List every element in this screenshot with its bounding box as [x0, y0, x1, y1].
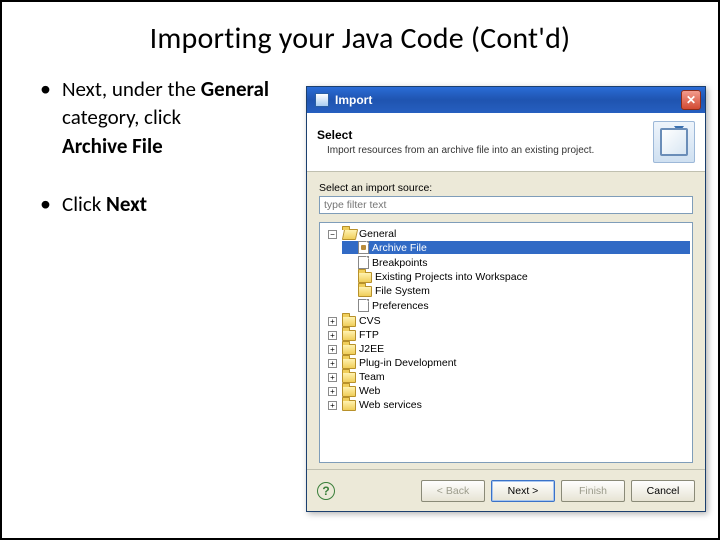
tree-item[interactable]: File System: [340, 284, 690, 298]
tree-label: File System: [375, 285, 430, 297]
tree-item[interactable]: Archive File: [340, 240, 690, 255]
titlebar[interactable]: Import ✕: [307, 87, 705, 113]
banner-description: Import resources from an archive file in…: [317, 145, 594, 156]
tree-label: Preferences: [372, 300, 429, 312]
file-icon: [358, 256, 369, 269]
dialog-content: Select an import source: − General Archive…: [307, 172, 705, 469]
expand-icon[interactable]: +: [328, 373, 337, 382]
bullet-general: Next, under the General category, click …: [40, 75, 300, 160]
tree-label: Plug-in Development: [359, 357, 456, 369]
filter-input[interactable]: [319, 196, 693, 214]
cancel-button[interactable]: Cancel: [631, 480, 695, 502]
folder-icon: [342, 344, 356, 355]
expand-icon[interactable]: +: [328, 387, 337, 396]
expand-icon[interactable]: +: [328, 317, 337, 326]
filter-label: Select an import source:: [319, 182, 693, 194]
folder-open-icon: [342, 229, 356, 240]
tree-label: Team: [359, 371, 385, 383]
tree-item[interactable]: + Team: [324, 370, 690, 384]
tree-item[interactable]: Breakpoints: [340, 255, 690, 270]
tree-item[interactable]: + J2EE: [324, 342, 690, 356]
tree-view[interactable]: − General Archive File Breakpoints Existing …: [319, 222, 693, 463]
bullet-next: Click Next: [40, 190, 300, 218]
folder-icon: [342, 372, 356, 383]
folder-icon: [342, 330, 356, 341]
tree-label: FTP: [359, 329, 379, 341]
tree-label: Web services: [359, 399, 422, 411]
window-icon: [315, 93, 329, 107]
tree-label: Web: [359, 385, 380, 397]
next-button[interactable]: Next >: [491, 480, 555, 502]
dialog-footer: ? < Back Next > Finish Cancel: [307, 469, 705, 511]
expand-icon[interactable]: +: [328, 359, 337, 368]
tree-label: Breakpoints: [372, 257, 427, 269]
folder-icon: [358, 286, 372, 297]
tree-label: General: [359, 228, 396, 240]
tree-item[interactable]: + Plug-in Development: [324, 356, 690, 370]
bold-next: Next: [106, 191, 147, 217]
folder-icon: [342, 358, 356, 369]
back-button: < Back: [421, 480, 485, 502]
tree-label: Existing Projects into Workspace: [375, 271, 528, 283]
import-dialog: Import ✕ Select Import resources from an…: [306, 86, 706, 512]
tree-label: CVS: [359, 315, 381, 327]
tree-item[interactable]: + FTP: [324, 328, 690, 342]
bullet-text: Next, under the: [62, 76, 201, 102]
folder-icon: [342, 400, 356, 411]
folder-icon: [342, 386, 356, 397]
bold-archive: Archive File: [62, 133, 163, 159]
collapse-icon[interactable]: −: [328, 230, 337, 239]
tree-item-general[interactable]: − General Archive File Breakpoints Existing …: [324, 227, 690, 314]
archive-icon: [358, 241, 369, 254]
tree-item[interactable]: Existing Projects into Workspace: [340, 270, 690, 284]
banner: Select Import resources from an archive …: [307, 113, 705, 172]
finish-button: Finish: [561, 480, 625, 502]
tree-item[interactable]: + Web services: [324, 398, 690, 412]
tree-label: Archive File: [372, 242, 427, 254]
import-icon: [653, 121, 695, 163]
close-button[interactable]: ✕: [681, 90, 701, 110]
bold-general: General: [201, 76, 269, 102]
tree-item[interactable]: Preferences: [340, 298, 690, 313]
window-title: Import: [335, 93, 372, 107]
expand-icon[interactable]: +: [328, 331, 337, 340]
expand-icon[interactable]: +: [328, 401, 337, 410]
expand-icon[interactable]: +: [328, 345, 337, 354]
file-icon: [358, 299, 369, 312]
tree-label: J2EE: [359, 343, 384, 355]
banner-heading: Select: [317, 128, 594, 142]
folder-icon: [342, 316, 356, 327]
bullet-text: category, click: [62, 104, 181, 130]
bullet-text: Click: [62, 191, 106, 217]
help-button[interactable]: ?: [317, 482, 335, 500]
tree-item[interactable]: + Web: [324, 384, 690, 398]
folder-icon: [358, 272, 372, 283]
slide-title: Importing your Java Code (Cont'd): [2, 20, 718, 57]
tree-item[interactable]: + CVS: [324, 314, 690, 328]
